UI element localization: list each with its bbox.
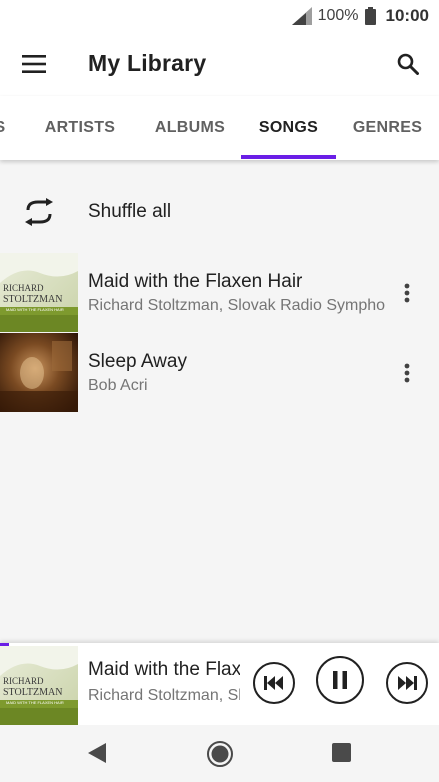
- tab-genres[interactable]: GENRES: [345, 96, 430, 160]
- svg-text:STOLTZMAN: STOLTZMAN: [3, 687, 62, 698]
- status-bar: 100% 10:00: [0, 0, 439, 32]
- svg-text:STOLTZMAN: STOLTZMAN: [3, 294, 62, 305]
- song-row[interactable]: Sleep Away Bob Acri: [0, 333, 439, 413]
- next-button[interactable]: [386, 662, 428, 704]
- svg-text:MAID WITH THE FLAXEN HAIR: MAID WITH THE FLAXEN HAIR: [6, 307, 64, 312]
- back-icon[interactable]: [86, 741, 110, 765]
- album-art: [0, 333, 78, 412]
- now-playing-title: Maid with the Flaxen Hair: [88, 659, 240, 680]
- shuffle-all-row[interactable]: Shuffle all: [0, 172, 439, 252]
- album-art: RICHARD STOLTZMAN MAID WITH THE FLAXEN H…: [0, 253, 78, 332]
- song-artist: Richard Stoltzman, Slovak Radio Symphony…: [88, 297, 386, 314]
- svg-text:RICHARD: RICHARD: [3, 676, 44, 686]
- pause-button[interactable]: [316, 656, 364, 704]
- search-icon: [397, 53, 419, 75]
- pause-icon: [333, 671, 347, 689]
- more-vert-icon: [404, 363, 410, 383]
- previous-icon: [264, 676, 283, 690]
- active-tab-indicator: [241, 155, 336, 159]
- page-title: My Library: [88, 50, 207, 76]
- shuffle-all-label: Shuffle all: [88, 201, 172, 222]
- song-title: Maid with the Flaxen Hair: [88, 271, 303, 292]
- now-playing-bar[interactable]: RICHARD STOLTZMAN MAID WITH THE FLAXEN H…: [0, 643, 439, 725]
- tab-artists[interactable]: ARTISTS: [30, 96, 130, 160]
- next-icon: [398, 676, 417, 690]
- svg-text:MAID WITH THE FLAXEN HAIR: MAID WITH THE FLAXEN HAIR: [6, 700, 64, 705]
- home-icon[interactable]: [206, 740, 234, 768]
- previous-button[interactable]: [253, 662, 295, 704]
- tab-songs[interactable]: SONGS: [241, 96, 336, 160]
- menu-icon: [22, 55, 46, 73]
- system-navigation-bar: [0, 725, 439, 782]
- search-button[interactable]: [393, 49, 423, 79]
- more-vert-icon: [404, 283, 410, 303]
- song-row[interactable]: RICHARD STOLTZMAN MAID WITH THE FLAXEN H…: [0, 253, 439, 333]
- library-tabs: S ARTISTS ALBUMS SONGS GENRES: [0, 96, 439, 160]
- now-playing-artist: Richard Stoltzman, Slovak Radio Symphony…: [88, 687, 240, 704]
- menu-button[interactable]: [20, 50, 48, 78]
- svg-text:RICHARD: RICHARD: [3, 283, 44, 293]
- battery-percentage: 100%: [317, 7, 359, 24]
- recents-icon[interactable]: [332, 743, 351, 762]
- now-playing-album-art: RICHARD STOLTZMAN MAID WITH THE FLAXEN H…: [0, 646, 78, 725]
- battery-icon: [364, 7, 376, 25]
- shuffle-icon: [25, 198, 53, 226]
- tab-playlists[interactable]: S: [0, 96, 10, 160]
- cell-signal-icon: [291, 7, 312, 25]
- song-options-button[interactable]: [395, 277, 419, 309]
- tab-albums[interactable]: ALBUMS: [140, 96, 240, 160]
- song-title: Sleep Away: [88, 351, 187, 372]
- song-artist: Bob Acri: [88, 377, 148, 394]
- song-options-button[interactable]: [395, 357, 419, 389]
- clock: 10:00: [385, 6, 429, 25]
- app-bar: My Library: [0, 32, 439, 96]
